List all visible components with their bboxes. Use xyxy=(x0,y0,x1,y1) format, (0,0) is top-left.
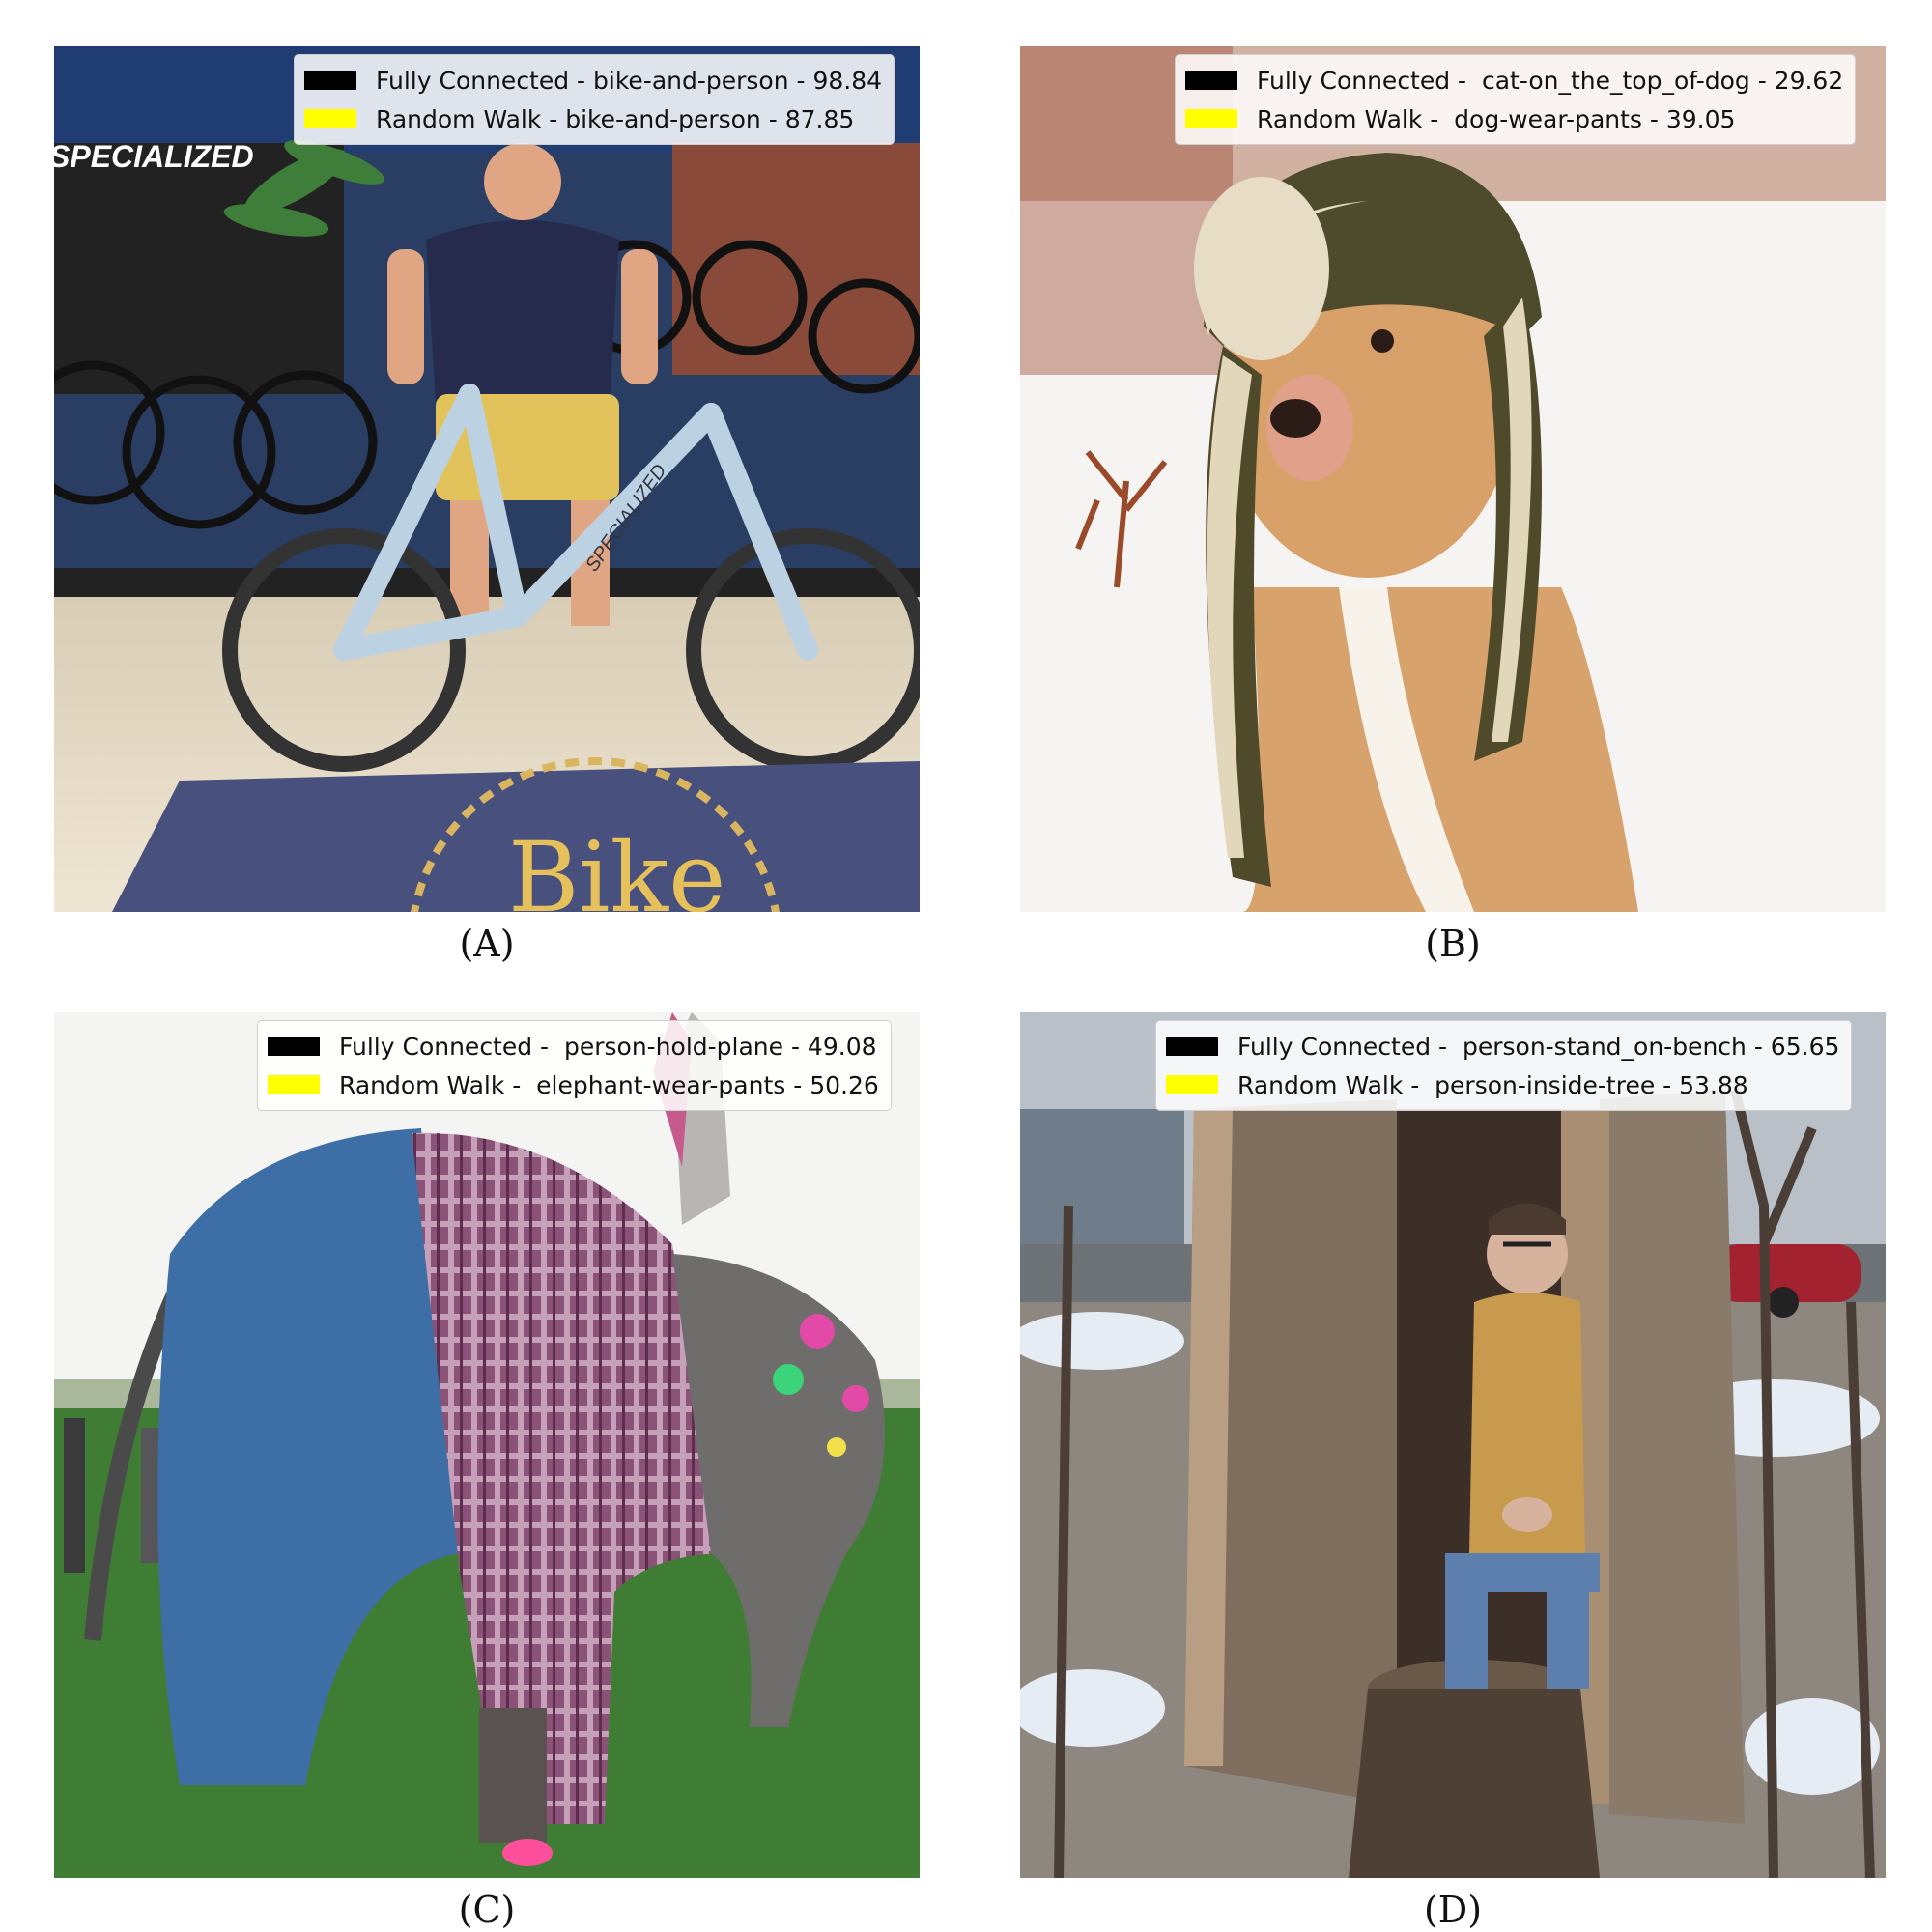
panel-c-caption: (C) xyxy=(458,1889,516,1931)
legend-label: Fully Connected - person-hold-plane - 49… xyxy=(339,1032,877,1061)
panel-c-legend: Fully Connected - person-hold-plane - 49… xyxy=(257,1020,892,1111)
legend-entry-random-walk: Random Walk - dog-wear-pants - 39.05 xyxy=(1185,99,1843,138)
legend-entry-fully-connected: Fully Connected - person-hold-plane - 49… xyxy=(268,1027,879,1065)
panel-b-legend: Fully Connected - cat-on_the_top_of-dog … xyxy=(1175,54,1857,145)
panel-a-caption: (A) xyxy=(459,923,515,965)
legend-label: Fully Connected - cat-on_the_top_of-dog … xyxy=(1257,66,1844,95)
legend-label: Fully Connected - bike-and-person - 98.8… xyxy=(376,66,883,95)
panel-c-image: Fully Connected - person-hold-plane - 49… xyxy=(54,1012,920,1878)
elephant-in-clothes-photo xyxy=(54,1012,920,1878)
black-legend-swatch xyxy=(268,1037,320,1056)
yellow-legend-swatch xyxy=(1185,109,1237,128)
legend-label: Fully Connected - person-stand_on-bench … xyxy=(1237,1032,1840,1061)
legend-label: Random Walk - bike-and-person - 87.85 xyxy=(376,104,855,133)
panel-d-image: Fully Connected - person-stand_on-bench … xyxy=(1020,1012,1886,1878)
legend-entry-random-walk: Random Walk - bike-and-person - 87.85 xyxy=(304,99,882,138)
legend-entry-fully-connected: Fully Connected - bike-and-person - 98.8… xyxy=(304,61,882,99)
black-legend-swatch xyxy=(1166,1037,1218,1056)
panel-d-caption: (D) xyxy=(1423,1889,1483,1931)
legend-entry-fully-connected: Fully Connected - person-stand_on-bench … xyxy=(1166,1027,1839,1065)
legend-label: Random Walk - dog-wear-pants - 39.05 xyxy=(1257,104,1736,133)
panel-d-legend: Fully Connected - person-stand_on-bench … xyxy=(1155,1020,1853,1111)
store-sign-text: SPECIALIZED xyxy=(54,139,254,174)
yellow-legend-swatch xyxy=(1166,1075,1218,1094)
legend-entry-random-walk: Random Walk - elephant-wear-pants - 50.2… xyxy=(268,1065,879,1104)
man-inside-tree-photo xyxy=(1020,1012,1886,1878)
bike-shop-photo: Bike SPECIALIZED SPECIALIZED xyxy=(54,46,920,912)
yellow-legend-swatch xyxy=(268,1075,320,1094)
legend-entry-fully-connected: Fully Connected - cat-on_the_top_of-dog … xyxy=(1185,61,1843,99)
panel-b-caption: (B) xyxy=(1425,923,1481,965)
panel-a-legend: Fully Connected - bike-and-person - 98.8… xyxy=(294,54,895,145)
legend-entry-random-walk: Random Walk - person-inside-tree - 53.88 xyxy=(1166,1065,1839,1104)
panel-b-image: Fully Connected - cat-on_the_top_of-dog … xyxy=(1020,46,1886,912)
legend-label: Random Walk - person-inside-tree - 53.88 xyxy=(1237,1070,1748,1099)
black-legend-swatch xyxy=(304,71,356,90)
legend-label: Random Walk - elephant-wear-pants - 50.2… xyxy=(339,1070,879,1099)
yellow-legend-swatch xyxy=(304,109,356,128)
mat-logo-text: Bike xyxy=(508,821,725,912)
black-legend-swatch xyxy=(1185,71,1237,90)
panel-a-image: Bike SPECIALIZED SPECIALIZED Fully Conne… xyxy=(54,46,920,912)
dog-in-hat-photo xyxy=(1020,46,1886,912)
